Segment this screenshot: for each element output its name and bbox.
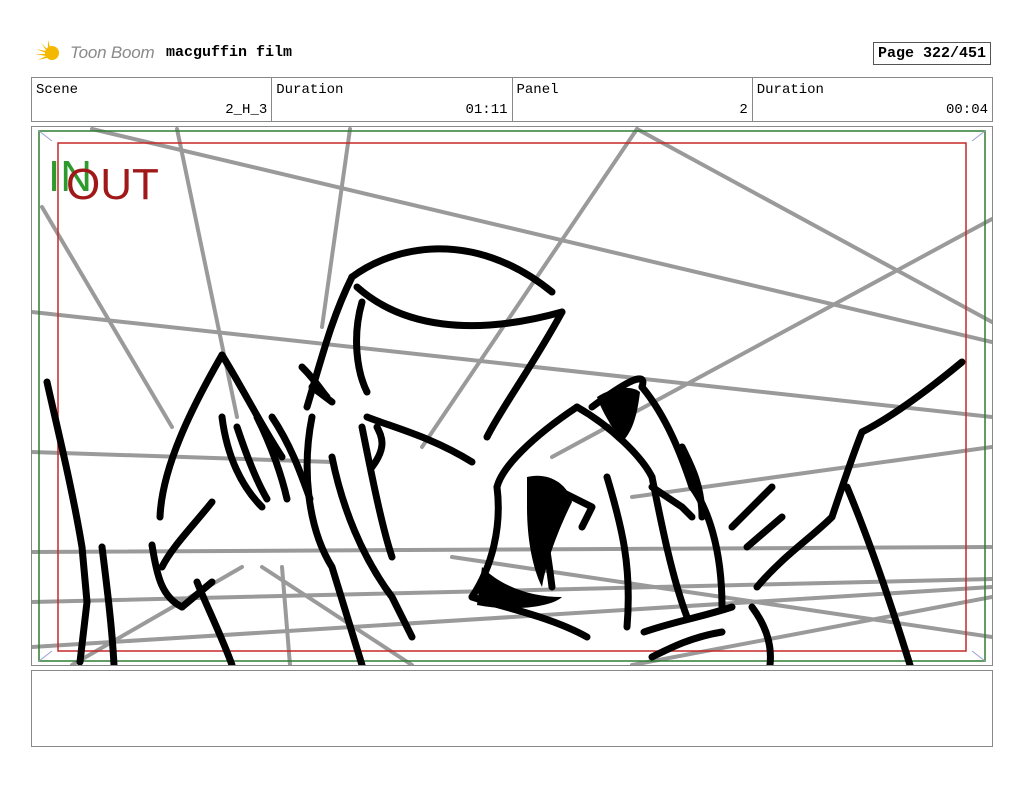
scene-info-row: Scene 2_H_3 Duration 01:11 Panel 2 Durat… bbox=[31, 77, 993, 122]
panel-cell: Panel 2 bbox=[513, 78, 753, 121]
scene-duration-cell: Duration 01:11 bbox=[272, 78, 513, 121]
storyboard-panel: IN OUT bbox=[31, 126, 993, 666]
scene-label: Scene bbox=[36, 82, 79, 98]
panel-duration-cell: Duration 00:04 bbox=[753, 78, 992, 121]
scene-duration-value: 01:11 bbox=[465, 102, 508, 118]
panel-value: 2 bbox=[739, 102, 748, 118]
page-number: Page 322/451 bbox=[873, 42, 991, 65]
out-label: OUT bbox=[66, 160, 159, 209]
panel-duration-value: 00:04 bbox=[945, 102, 988, 118]
panel-label: Panel bbox=[516, 82, 559, 98]
project-title: macguffin film bbox=[166, 44, 293, 61]
logo-text: Toon Boom bbox=[70, 43, 155, 62]
panel-notes-box[interactable] bbox=[31, 670, 993, 747]
scene-value: 2_H_3 bbox=[225, 102, 268, 118]
scene-duration-label: Duration bbox=[276, 82, 344, 98]
panel-duration-label: Duration bbox=[756, 82, 824, 98]
toon-boom-logo: Toon Boom bbox=[34, 38, 155, 68]
panel-sketch: IN OUT bbox=[32, 127, 992, 665]
sun-icon bbox=[35, 40, 59, 60]
scene-cell: Scene 2_H_3 bbox=[32, 78, 273, 121]
